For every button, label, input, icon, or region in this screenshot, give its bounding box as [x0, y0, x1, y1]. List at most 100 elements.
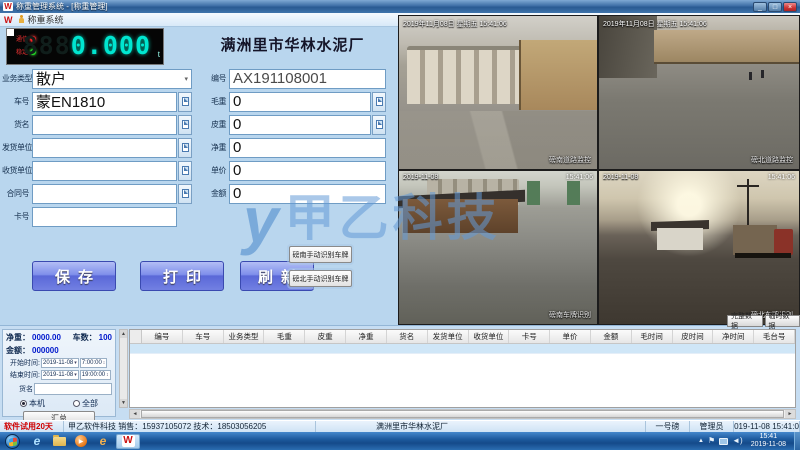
table-column-header[interactable]: 净时间: [713, 330, 754, 343]
tan-wall: [519, 40, 597, 110]
form-row-price: 单价: [200, 160, 386, 181]
start-button[interactable]: [5, 434, 20, 449]
print-button[interactable]: 打印: [140, 261, 224, 291]
tare-input[interactable]: [229, 115, 371, 135]
taskbar-ie-icon[interactable]: e: [28, 434, 46, 449]
led-unit-label: t: [158, 50, 160, 59]
show-desktop-button[interactable]: [794, 432, 800, 450]
calendar-dropdown-icon[interactable]: ▾: [74, 372, 77, 378]
truck-no-lookup-button[interactable]: [178, 92, 192, 112]
gross-lookup-button[interactable]: [372, 92, 386, 112]
scroll-right-icon[interactable]: ►: [785, 410, 795, 418]
tray-expand-icon[interactable]: ▲: [698, 436, 704, 446]
table-column-header[interactable]: 货名: [387, 330, 428, 343]
tray-network-icon[interactable]: [719, 438, 728, 445]
save-button[interactable]: 保存: [32, 261, 116, 291]
tab-temp-data[interactable]: 临时数据: [765, 315, 800, 327]
table-column-header[interactable]: 发货单位: [428, 330, 469, 343]
led-ghost-digits: 888: [23, 31, 71, 60]
form-row-truck-no: 车号: [2, 91, 192, 112]
receiver-input[interactable]: [32, 161, 177, 181]
menu-item-weighing-system[interactable]: 称重系统: [28, 13, 64, 26]
table-column-header[interactable]: 皮时间: [673, 330, 714, 343]
form-row-tare: 皮重: [200, 114, 386, 135]
table-column-header[interactable]: 车号: [183, 330, 224, 343]
tab-full-data[interactable]: 完整数据: [727, 315, 763, 327]
net-input[interactable]: [229, 138, 386, 158]
calendar-dropdown-icon[interactable]: ▾: [74, 360, 77, 366]
serial-input[interactable]: [229, 69, 386, 89]
goods-lookup-button[interactable]: [178, 115, 192, 135]
camera-north-road[interactable]: 2019年11月08日 星期五 15:41:06 磅北道路监控: [598, 15, 800, 170]
start-time-spinner[interactable]: 7:00:00↕: [80, 358, 108, 368]
gross-input[interactable]: [229, 92, 371, 112]
contract-input[interactable]: [32, 184, 177, 204]
lookup-icon: [182, 143, 189, 152]
table-column-header[interactable]: 单价: [550, 330, 591, 343]
goods-input[interactable]: [32, 115, 177, 135]
table-column-header[interactable]: 金额: [591, 330, 632, 343]
manual-recognize-south-button[interactable]: 磅南手动识别车牌: [289, 246, 352, 263]
table-column-header[interactable]: 皮重: [305, 330, 346, 343]
truck-trailer: [733, 225, 777, 255]
clock-time: 15:41: [751, 433, 786, 441]
table-column-header[interactable]: 编号: [142, 330, 183, 343]
spinner-icon[interactable]: ↕: [106, 372, 109, 378]
net-label: 净重: [200, 142, 226, 153]
taskbar-explorer-icon[interactable]: [50, 434, 68, 449]
minimize-button[interactable]: _: [753, 2, 767, 12]
truck-no-input[interactable]: [32, 92, 177, 112]
business-type-select[interactable]: 散户 ▾: [32, 69, 192, 89]
end-time-spinner[interactable]: 19:00:00↕: [80, 370, 111, 380]
camera-date-overlay: 2019-11-08: [403, 174, 438, 181]
lookup-icon: [182, 120, 189, 129]
card-input[interactable]: [32, 207, 177, 227]
tray-flag-icon[interactable]: ⚑: [708, 436, 715, 446]
end-date-value: 2019-11-08: [43, 372, 73, 378]
records-table[interactable]: 编号车号业务类型毛重皮重净重货名发货单位收货单位卡号单价金额毛时间皮时间净时间毛…: [129, 329, 796, 408]
spinner-icon[interactable]: ↕: [103, 360, 106, 366]
sum-goods-input[interactable]: [34, 383, 112, 395]
scroll-left-icon[interactable]: ◄: [130, 410, 140, 418]
table-column-header[interactable]: 收货单位: [469, 330, 510, 343]
sum-net-label: 净重：: [6, 332, 30, 343]
lookup-icon: [376, 120, 383, 129]
shipper-input[interactable]: [32, 138, 177, 158]
camera-south-road[interactable]: 2019年11月08日 星期五 15:41:06 磅南道路监控: [398, 15, 598, 170]
contract-lookup-button[interactable]: [178, 184, 192, 204]
camera-grid: 2019年11月08日 星期五 15:41:06 磅南道路监控 2019年11月…: [398, 15, 800, 325]
table-column-header[interactable]: 业务类型: [224, 330, 265, 343]
scroll-down-icon[interactable]: ▼: [120, 399, 127, 407]
table-column-header[interactable]: 毛台号: [754, 330, 795, 343]
end-date-picker[interactable]: 2019-11-08▾: [41, 370, 79, 380]
table-column-header[interactable]: 卡号: [509, 330, 550, 343]
table-horizontal-scrollbar[interactable]: ◄ ►: [129, 409, 796, 419]
taskbar-mediaplayer-icon[interactable]: ▶: [72, 434, 90, 449]
taskbar-clock[interactable]: 15:41 2019-11-08: [751, 433, 786, 449]
radio-all[interactable]: [73, 400, 80, 407]
maximize-button[interactable]: □: [768, 2, 782, 12]
start-date-picker[interactable]: 2019-11-08▾: [41, 358, 79, 368]
radio-local[interactable]: [20, 400, 27, 407]
taskbar-weighing-app-active[interactable]: W: [116, 434, 140, 449]
receiver-lookup-button[interactable]: [178, 161, 192, 181]
price-input[interactable]: [229, 161, 386, 181]
amount-input[interactable]: [229, 184, 386, 204]
camera-south-plate[interactable]: 2019-11-08 15:41:06 磅南车牌识别: [398, 170, 598, 325]
scrollbar-thumb[interactable]: [141, 410, 784, 418]
led-weight-display: 通信 稳定 8880.000 t: [6, 28, 164, 65]
tare-lookup-button[interactable]: [372, 115, 386, 135]
shipper-lookup-button[interactable]: [178, 138, 192, 158]
table-column-header[interactable]: 净重: [346, 330, 387, 343]
close-button[interactable]: ×: [783, 2, 797, 12]
chevron-down-icon[interactable]: ▾: [184, 75, 188, 83]
empty-highlight-row[interactable]: [130, 344, 795, 354]
table-column-header[interactable]: 毛重: [264, 330, 305, 343]
taskbar-browser-icon[interactable]: e: [94, 434, 112, 449]
manual-recognize-north-button[interactable]: 磅北手动识别车牌: [289, 270, 352, 287]
tray-volume-icon[interactable]: ◄): [732, 436, 743, 446]
camera-north-plate[interactable]: 2019-11-08 15:41:06 磅北车牌识别: [598, 170, 800, 325]
scroll-up-icon[interactable]: ▲: [120, 330, 127, 338]
table-vertical-scrollbar[interactable]: ▲ ▼: [119, 329, 128, 408]
table-column-header[interactable]: 毛时间: [632, 330, 673, 343]
